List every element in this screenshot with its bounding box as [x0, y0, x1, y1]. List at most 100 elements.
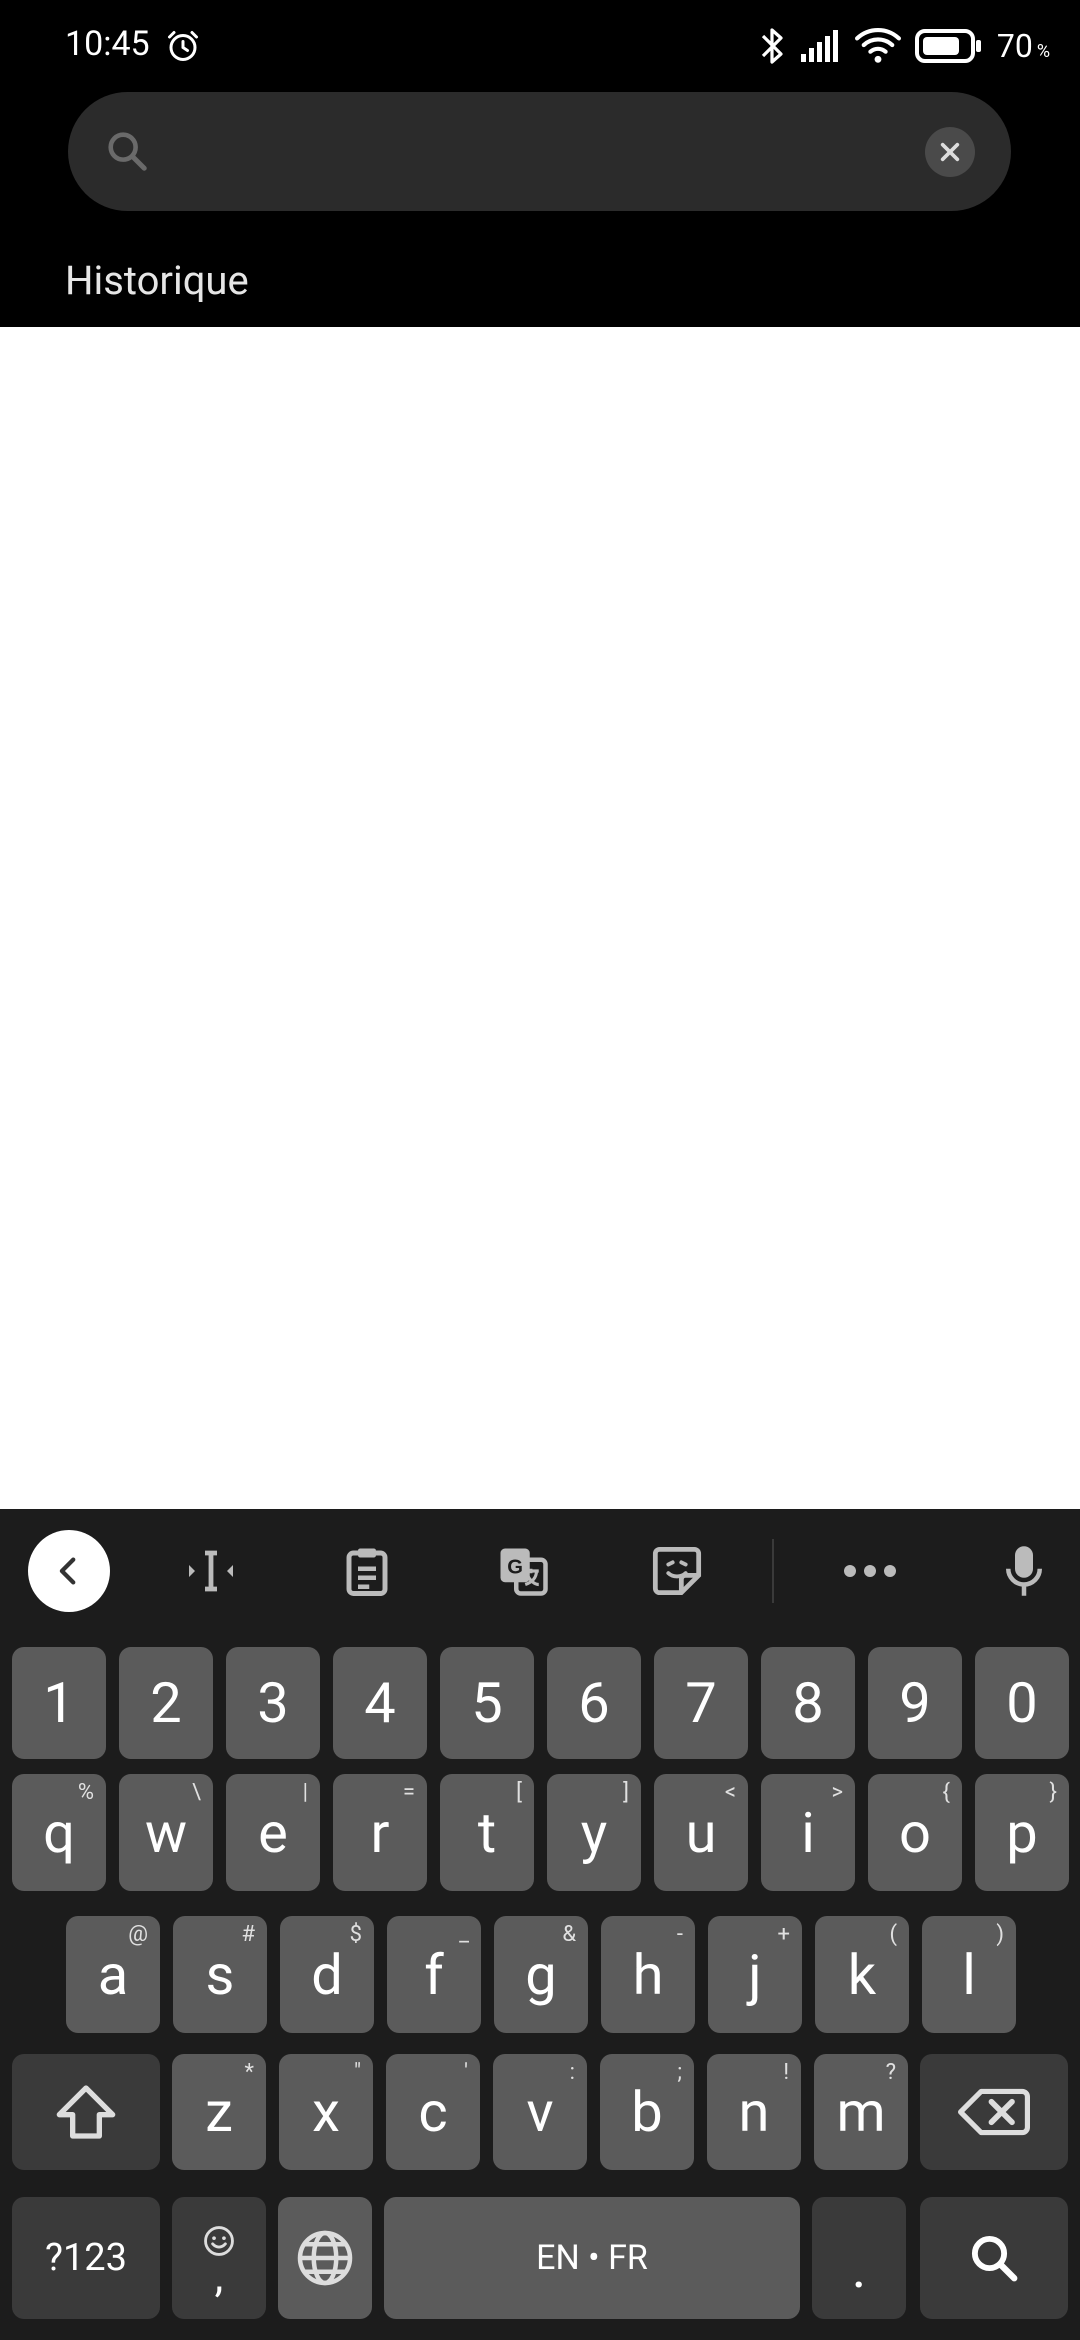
history-title: Historique	[65, 257, 249, 304]
key-2[interactable]: 2	[119, 1647, 213, 1759]
key-j[interactable]: + j	[708, 1916, 802, 2033]
key-k[interactable]: (k	[815, 1916, 909, 2033]
key-label: g	[525, 1941, 557, 2008]
close-icon	[940, 142, 960, 162]
chevron-left-icon	[59, 1557, 76, 1585]
key-s[interactable]: # s	[173, 1916, 267, 2033]
key-b[interactable]: ; b	[600, 2054, 694, 2170]
key-w[interactable]: \ w	[119, 1774, 213, 1891]
key-label: a	[97, 1941, 129, 2008]
battery-icon	[914, 29, 981, 63]
sticker-icon	[652, 1546, 702, 1596]
key-6[interactable]: 6	[547, 1647, 641, 1759]
screen: 10:45 70 % Historique G 1 2 3 4 5 6 7 8 …	[0, 0, 1080, 2340]
key-g[interactable]: & g	[494, 1916, 588, 2033]
keyboard-toolbar: G	[0, 1509, 1080, 1629]
key-e[interactable]: | e	[226, 1774, 320, 1891]
key-l[interactable]: ) l	[922, 1916, 1016, 2033]
key-label: r	[370, 1799, 390, 1866]
key-label: m	[836, 2079, 886, 2145]
search-action-key[interactable]	[920, 2197, 1068, 2319]
key-alt-label: $	[349, 1922, 362, 1947]
cellular-signal-icon	[800, 30, 838, 62]
key-z[interactable]: * z	[172, 2054, 266, 2170]
key-a[interactable]: @ a	[66, 1916, 160, 2033]
globe-icon	[297, 2230, 353, 2286]
key-v[interactable]: :v	[493, 2054, 587, 2170]
alarm-icon	[168, 31, 198, 61]
comma-label: ,	[214, 2250, 224, 2302]
key-t[interactable]: [t	[440, 1774, 534, 1891]
translate-icon: G	[500, 1548, 548, 1596]
key-alt-label: *	[244, 2060, 254, 2085]
search-input[interactable]	[178, 116, 878, 186]
key-alt-label: '	[464, 2060, 468, 2085]
key-7[interactable]: 7	[654, 1647, 748, 1759]
key-d[interactable]: $ d	[280, 1916, 374, 2033]
key-0[interactable]: 0	[975, 1647, 1069, 1759]
history-header: Historique	[0, 211, 1080, 327]
clipboard-button[interactable]	[326, 1530, 408, 1612]
key-label: j	[748, 1941, 762, 2008]
clear-search-button[interactable]	[925, 127, 975, 177]
search-icon	[108, 132, 147, 171]
key-p[interactable]: } p	[975, 1774, 1069, 1891]
key-4[interactable]: 4	[333, 1647, 427, 1759]
key-q[interactable]: % q	[12, 1774, 106, 1891]
key-y[interactable]: ] y	[547, 1774, 641, 1891]
key-1[interactable]: 1	[12, 1647, 106, 1759]
status-indicators: 70%	[759, 24, 1050, 68]
keyboard: G 1 2 3 4 5 6 7 8 9 0 % q \ w | e = r […	[0, 1509, 1080, 2340]
key-m[interactable]: ? m	[814, 2054, 908, 2170]
toolbar-divider	[772, 1539, 774, 1603]
key-alt-label: -	[676, 1922, 683, 1947]
space-key[interactable]: EN • FR	[384, 2197, 800, 2319]
history-content	[0, 327, 1080, 1509]
key-f[interactable]: _ f	[387, 1916, 481, 2033]
key-r[interactable]: = r	[333, 1774, 427, 1891]
key-alt-label: (	[889, 1922, 897, 1947]
key-alt-label: !	[783, 2060, 789, 2085]
toolbar-collapse-button[interactable]	[28, 1530, 110, 1612]
key-o[interactable]: {o	[868, 1774, 962, 1891]
translate-button[interactable]: G	[482, 1530, 564, 1612]
backspace-icon	[958, 2088, 1030, 2136]
language-key[interactable]	[278, 2197, 372, 2319]
period-key[interactable]: .	[812, 2197, 906, 2319]
text-cursor-button[interactable]	[170, 1530, 252, 1612]
key-i[interactable]: > i	[761, 1774, 855, 1891]
key-5[interactable]: 5	[440, 1647, 534, 1759]
symbols-key[interactable]: ?123	[12, 2197, 160, 2319]
search-bar[interactable]	[68, 92, 1011, 211]
status-bar: 10:45 70 %	[0, 0, 1080, 92]
key-x[interactable]: " x	[279, 2054, 373, 2170]
key-alt-label: +	[777, 1922, 790, 1947]
svg-text:G: G	[507, 1556, 523, 1578]
key-u[interactable]: < u	[654, 1774, 748, 1891]
key-label: e	[258, 1799, 288, 1866]
key-label: z	[205, 2079, 233, 2145]
key-label: u	[685, 1799, 717, 1866]
key-label: c	[418, 2079, 448, 2145]
voice-input-button[interactable]	[983, 1530, 1065, 1612]
key-3[interactable]: 3	[226, 1647, 320, 1759]
key-c[interactable]: ' c	[386, 2054, 480, 2170]
key-alt-label: %	[77, 1780, 94, 1805]
key-alt-label: ;	[677, 2060, 682, 2085]
key-label: t	[477, 1799, 497, 1866]
key-label: q	[43, 1799, 75, 1866]
battery-percent: 70%	[996, 27, 1050, 65]
key-alt-label: _	[459, 1922, 469, 1947]
key-9[interactable]: 9	[868, 1647, 962, 1759]
sticker-button[interactable]	[636, 1530, 718, 1612]
key-n[interactable]: ! n	[707, 2054, 801, 2170]
more-options-button[interactable]	[829, 1530, 911, 1612]
key-8[interactable]: 8	[761, 1647, 855, 1759]
key-alt-label: )	[996, 1922, 1004, 1947]
key-h[interactable]: -h	[601, 1916, 695, 2033]
clipboard-icon	[346, 1548, 388, 1596]
emoji-comma-key[interactable]: ,	[172, 2197, 266, 2319]
shift-key[interactable]	[12, 2054, 160, 2170]
backspace-key[interactable]	[920, 2054, 1068, 2170]
key-label: n	[738, 2079, 770, 2145]
